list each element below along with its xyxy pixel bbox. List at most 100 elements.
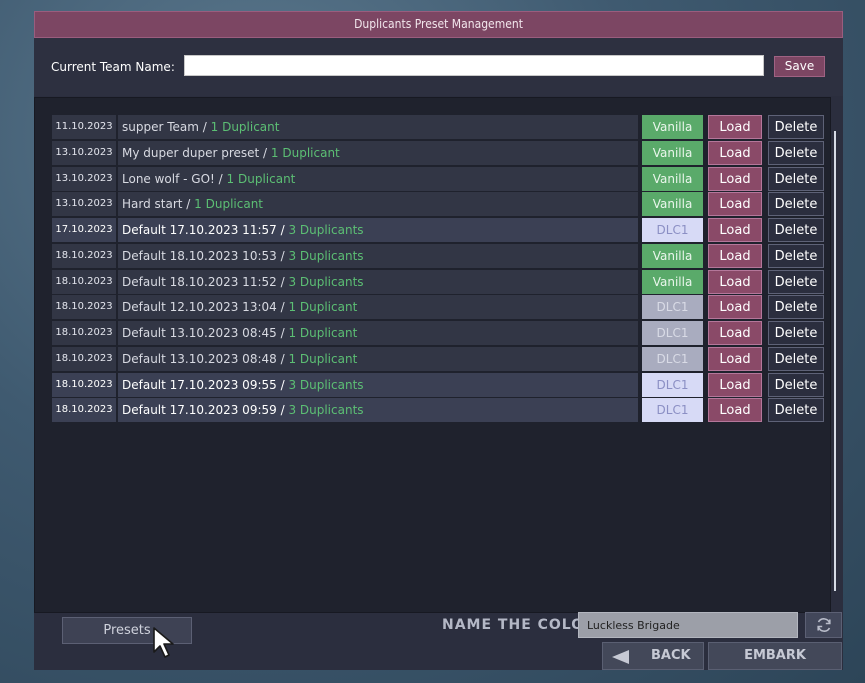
scrollbar-thumb[interactable] bbox=[834, 131, 836, 591]
dialog-title: Duplicants Preset Management bbox=[34, 11, 843, 38]
preset-date: 13.10.2023 bbox=[52, 192, 116, 217]
dlc-badge: DLC1 bbox=[642, 218, 703, 243]
preset-row: 18.10.2023 Default 13.10.2023 08:48 / 1 … bbox=[52, 346, 827, 371]
mouse-cursor-icon bbox=[153, 627, 174, 658]
delete-button[interactable]: Delete bbox=[768, 140, 824, 165]
load-button[interactable]: Load bbox=[708, 269, 762, 294]
duplicant-count: 1 Duplicant bbox=[288, 351, 358, 366]
load-button[interactable]: Load bbox=[708, 243, 762, 268]
preset-row: 13.10.2023 My duper duper preset / 1 Dup… bbox=[52, 140, 827, 165]
load-button[interactable]: Load bbox=[708, 192, 762, 217]
preset-name: Default 18.10.2023 11:52 bbox=[122, 274, 277, 289]
preset-date: 17.10.2023 bbox=[52, 218, 116, 243]
preset-name: Default 12.10.2023 13:04 bbox=[122, 300, 277, 315]
dlc-badge: Vanilla bbox=[642, 243, 703, 268]
team-name-row: Current Team Name: Save bbox=[34, 38, 843, 96]
preset-name-cell: Default 17.10.2023 11:57 / 3 Duplicants bbox=[118, 218, 638, 243]
load-button[interactable]: Load bbox=[708, 166, 762, 191]
separator: / bbox=[182, 197, 195, 212]
preset-name: supper Team bbox=[122, 120, 199, 134]
separator: / bbox=[214, 171, 227, 186]
preset-row: 18.10.2023 Default 13.10.2023 08:45 / 1 … bbox=[52, 321, 827, 346]
delete-button[interactable]: Delete bbox=[768, 115, 824, 139]
preset-name-cell: Default 17.10.2023 09:59 / 3 Duplicants bbox=[118, 398, 638, 423]
separator: / bbox=[259, 145, 271, 160]
preset-name-cell: Hard start / 1 Duplicant bbox=[118, 192, 638, 217]
duplicant-count: 3 Duplicants bbox=[288, 403, 364, 418]
delete-button[interactable]: Delete bbox=[768, 218, 824, 243]
separator: / bbox=[276, 326, 289, 341]
load-button[interactable]: Load bbox=[708, 346, 762, 371]
preset-row: 13.10.2023 Lone wolf - GO! / 1 Duplicant… bbox=[52, 166, 827, 191]
dlc-badge: Vanilla bbox=[642, 115, 703, 139]
left-arrow-icon bbox=[612, 650, 629, 664]
dlc-badge: DLC1 bbox=[642, 346, 703, 371]
team-name-input[interactable] bbox=[184, 55, 764, 76]
delete-button[interactable]: Delete bbox=[768, 346, 824, 371]
reroll-name-button[interactable] bbox=[805, 612, 842, 638]
separator: / bbox=[276, 403, 289, 418]
load-button[interactable]: Load bbox=[708, 115, 762, 139]
preset-name-cell: Default 18.10.2023 10:53 / 3 Duplicants bbox=[118, 243, 638, 268]
dlc-badge: DLC1 bbox=[642, 321, 703, 346]
preset-name: Default 17.10.2023 09:55 bbox=[122, 377, 277, 392]
preset-row: 18.10.2023 Default 18.10.2023 11:52 / 3 … bbox=[52, 269, 827, 294]
preset-date: 13.10.2023 bbox=[52, 166, 116, 191]
delete-button[interactable]: Delete bbox=[768, 398, 824, 423]
preset-list-scrollbar[interactable] bbox=[831, 101, 839, 607]
preset-name-cell: supper Team / 1 Duplicant bbox=[118, 115, 638, 139]
separator: / bbox=[276, 274, 289, 289]
duplicant-count: 3 Duplicants bbox=[288, 274, 364, 289]
separator: / bbox=[276, 223, 289, 238]
refresh-icon bbox=[816, 618, 831, 632]
separator: / bbox=[276, 377, 289, 392]
load-button[interactable]: Load bbox=[708, 398, 762, 423]
separator: / bbox=[276, 300, 289, 315]
preset-name: Default 18.10.2023 10:53 bbox=[122, 248, 277, 263]
embark-button[interactable]: EMBARK bbox=[708, 642, 842, 670]
delete-button[interactable]: Delete bbox=[768, 166, 824, 191]
preset-row: 13.10.2023 Hard start / 1 Duplicant Vani… bbox=[52, 192, 827, 217]
preset-name-cell: My duper duper preset / 1 Duplicant bbox=[118, 140, 638, 165]
save-button[interactable]: Save bbox=[774, 56, 825, 77]
preset-date: 18.10.2023 bbox=[52, 295, 116, 320]
preset-name-cell: Default 13.10.2023 08:45 / 1 Duplicant bbox=[118, 321, 638, 346]
delete-button[interactable]: Delete bbox=[768, 269, 824, 294]
preset-name-cell: Default 17.10.2023 09:55 / 3 Duplicants bbox=[118, 372, 638, 397]
preset-date: 18.10.2023 bbox=[52, 372, 116, 397]
delete-button[interactable]: Delete bbox=[768, 192, 824, 217]
delete-button[interactable]: Delete bbox=[768, 372, 824, 397]
preset-row: 18.10.2023 Default 17.10.2023 09:59 / 3 … bbox=[52, 398, 827, 423]
preset-date: 18.10.2023 bbox=[52, 346, 116, 371]
duplicant-count: 1 Duplicant bbox=[270, 145, 340, 160]
back-label: BACK bbox=[651, 648, 691, 663]
load-button[interactable]: Load bbox=[708, 295, 762, 320]
separator: / bbox=[198, 120, 211, 134]
preset-name: Default 17.10.2023 09:59 bbox=[122, 403, 277, 418]
duplicant-count: 3 Duplicants bbox=[288, 248, 364, 263]
back-button[interactable]: BACK bbox=[602, 642, 704, 670]
delete-button[interactable]: Delete bbox=[768, 243, 824, 268]
duplicant-count: 3 Duplicants bbox=[288, 377, 364, 392]
preset-date: 18.10.2023 bbox=[52, 398, 116, 423]
load-button[interactable]: Load bbox=[708, 321, 762, 346]
preset-list: 11.10.2023 supper Team / 1 Duplicant Van… bbox=[52, 115, 827, 424]
preset-row: 17.10.2023 Default 17.10.2023 11:57 / 3 … bbox=[52, 218, 827, 243]
dlc-badge: Vanilla bbox=[642, 192, 703, 217]
load-button[interactable]: Load bbox=[708, 372, 762, 397]
delete-button[interactable]: Delete bbox=[768, 295, 824, 320]
preset-date: 18.10.2023 bbox=[52, 269, 116, 294]
colony-name-input[interactable] bbox=[578, 612, 798, 638]
delete-button[interactable]: Delete bbox=[768, 321, 824, 346]
preset-date: 11.10.2023 bbox=[52, 115, 116, 139]
duplicant-count: 3 Duplicants bbox=[288, 223, 364, 238]
dlc-badge: Vanilla bbox=[642, 140, 703, 165]
dlc-badge: Vanilla bbox=[642, 269, 703, 294]
load-button[interactable]: Load bbox=[708, 218, 762, 243]
preset-date: 18.10.2023 bbox=[52, 321, 116, 346]
preset-date: 18.10.2023 bbox=[52, 243, 116, 268]
preset-name: Default 13.10.2023 08:48 bbox=[122, 351, 277, 366]
dlc-badge: DLC1 bbox=[642, 398, 703, 423]
load-button[interactable]: Load bbox=[708, 140, 762, 165]
preset-name-cell: Default 18.10.2023 11:52 / 3 Duplicants bbox=[118, 269, 638, 294]
